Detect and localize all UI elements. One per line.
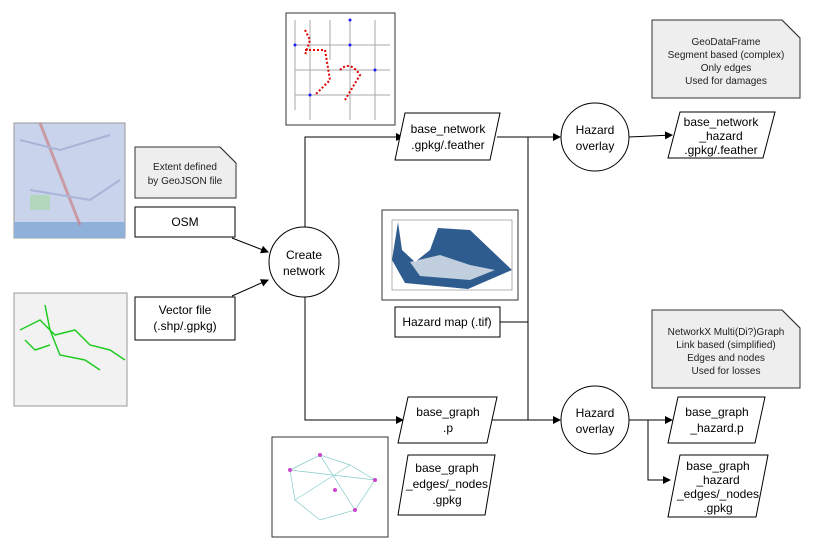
vector-file-box[interactable]: Vector file (.shp/.gpkg) [134,296,236,341]
vector-file-ext: (.shp/.gpkg) [153,319,216,333]
process-label: overlay [576,139,615,153]
output-label: .p [443,421,453,435]
output-label: base_network [684,115,760,129]
note-line: by GeoJSON file [148,176,223,187]
base-graph-output[interactable]: base_graph .p [397,396,498,444]
hazard-map-thumbnail [381,209,519,301]
vector-file-label: Vector file [159,303,212,317]
output-label: base_network [411,122,487,136]
note-line: NetworkX Multi(Di?)Graph [668,327,785,338]
note-line: GeoDataFrame [692,37,761,48]
output-label: _hazard.p [689,421,744,435]
process-label: Create [286,248,322,262]
output-label: base_graph [686,459,749,473]
base-network-hazard-output[interactable]: base_network _hazard .gpkg/.feather [667,111,776,159]
output-label: base_graph [415,461,478,475]
process-label: network [283,264,326,278]
output-label: base_graph [416,405,479,419]
note-line: Edges and nodes [687,353,765,364]
output-label: .gpkg [703,501,732,515]
note-line: Used for losses [692,366,761,377]
note-line: Used for damages [685,76,767,87]
hazard-map-box[interactable]: Hazard map (.tif) [394,306,501,338]
process-label: Hazard [576,406,615,420]
base-graph-hazard-edges-output[interactable]: base_graph _hazard _edges/_nodes .gpkg [667,454,769,518]
geodataframe-note: GeoDataFrame Segment based (complex) Onl… [651,19,801,99]
create-network-process[interactable]: Create network [268,226,340,298]
output-label: _hazard [698,129,742,143]
note-line: Only edges [701,63,752,74]
vector-map-thumbnail [13,292,128,407]
osm-map-thumbnail [13,122,126,239]
osm-label: OSM [171,215,198,229]
workflow-diagram: Extent defined by GeoJSON file OSM Vecto… [13,12,801,538]
hazard-overlay-network-process[interactable]: Hazard overlay [560,102,630,172]
networkx-note: NetworkX Multi(Di?)Graph Link based (sim… [651,309,801,389]
base-graph-hazard-output[interactable]: base_graph _hazard.p [667,396,766,444]
hazard-map-label: Hazard map (.tif) [402,315,491,329]
output-label: .gpkg/.feather [684,143,757,157]
process-label: overlay [576,422,615,436]
osm-source-box[interactable]: OSM [134,206,236,238]
output-label: .gpkg/.feather [411,138,484,152]
output-label: base_graph [685,405,748,419]
note-line: Link based (simplified) [676,340,776,351]
hazard-overlay-graph-process[interactable]: Hazard overlay [560,385,630,455]
base-network-output[interactable]: base_network .gpkg/.feather [394,112,501,161]
output-label: _hazard [695,473,739,487]
output-label: _edges/_nodes [405,477,488,491]
network-thumbnail [285,12,396,126]
output-label: _edges/_nodes [676,487,759,501]
note-line: Extent defined [153,162,217,173]
process-label: Hazard [576,123,615,137]
base-graph-edges-output[interactable]: base_graph _edges/_nodes .gpkg [397,454,496,516]
extent-note: Extent defined by GeoJSON file [134,146,237,199]
output-label: .gpkg [432,493,461,507]
note-line: Segment based (complex) [668,50,785,61]
graph-thumbnail [271,436,389,538]
